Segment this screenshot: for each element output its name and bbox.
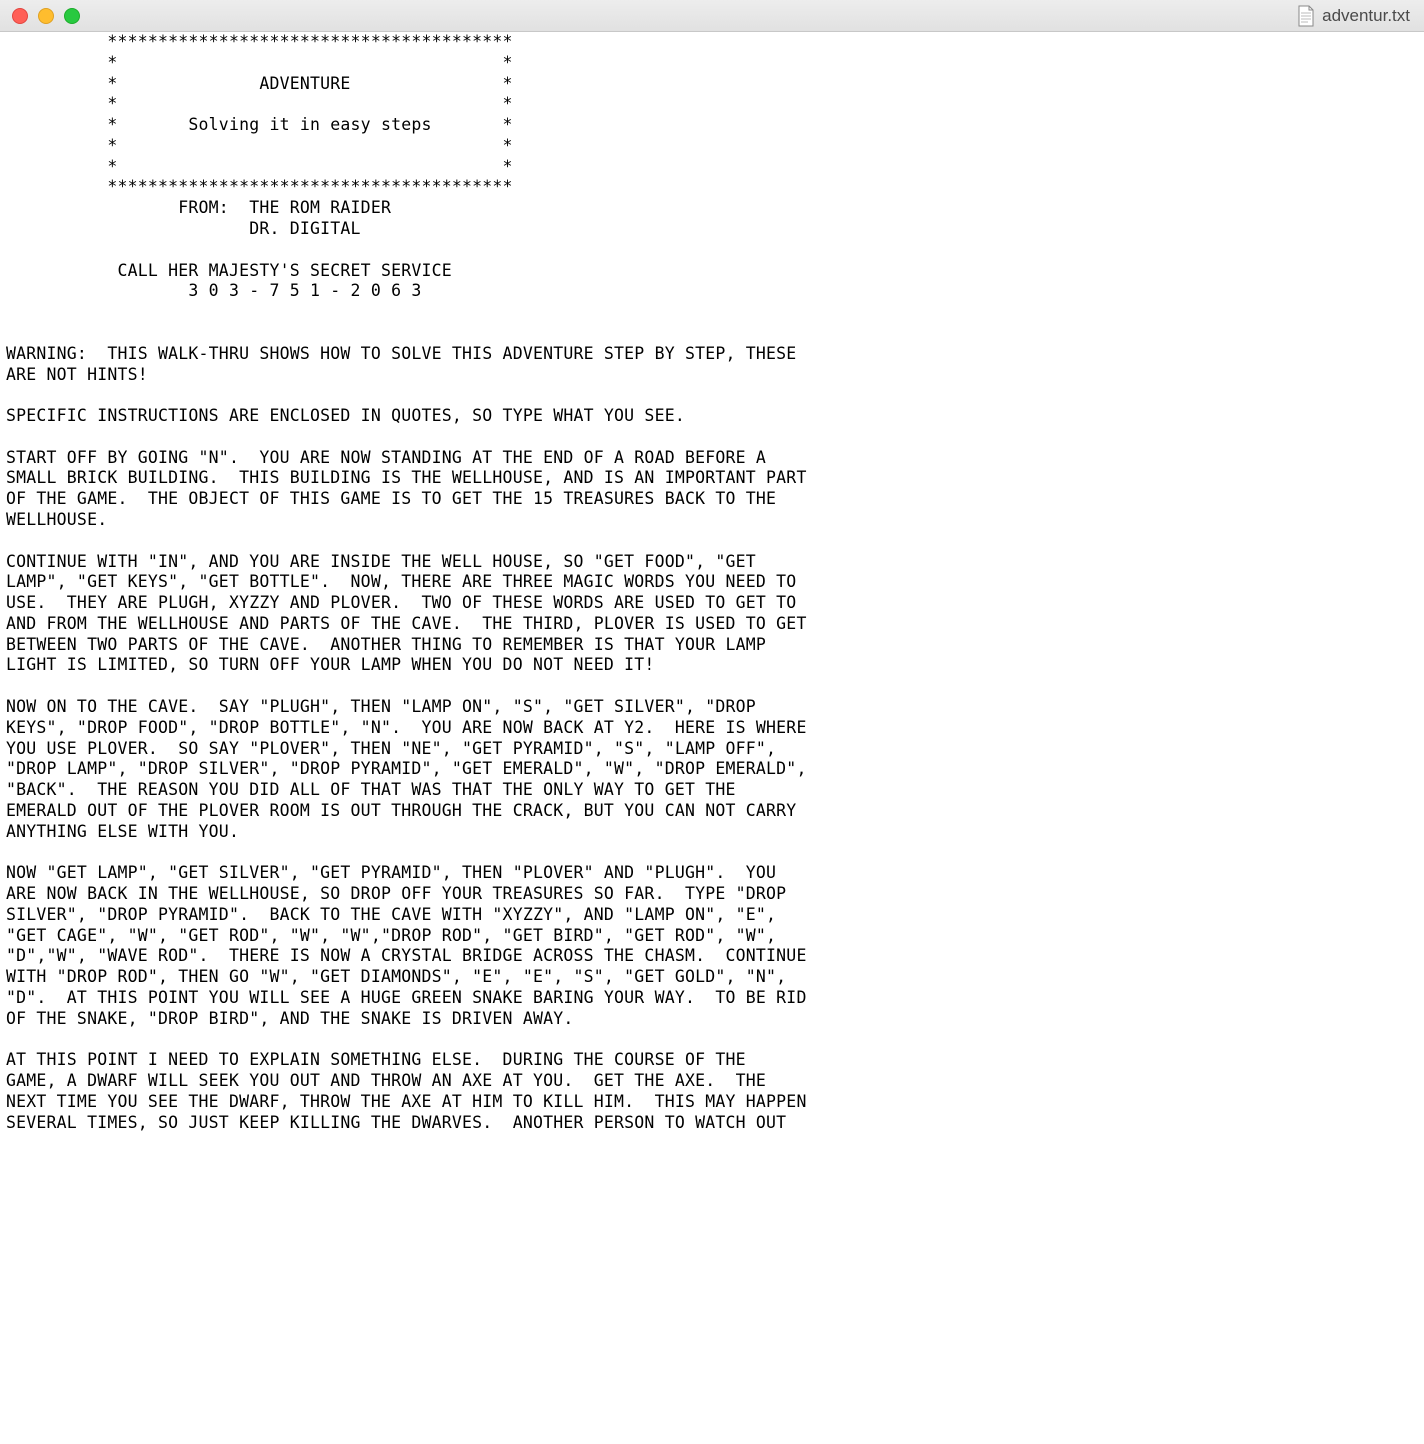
close-button[interactable] <box>12 8 28 24</box>
window-title-wrap: adventur.txt <box>1297 5 1410 27</box>
window-titlebar: adventur.txt <box>0 0 1424 32</box>
traffic-lights <box>12 8 80 24</box>
document-content-area[interactable]: ****************************************… <box>0 32 1424 1133</box>
minimize-button[interactable] <box>38 8 54 24</box>
maximize-button[interactable] <box>64 8 80 24</box>
window-title: adventur.txt <box>1322 6 1410 26</box>
document-icon <box>1297 5 1315 27</box>
document-text: ****************************************… <box>6 32 1424 1133</box>
